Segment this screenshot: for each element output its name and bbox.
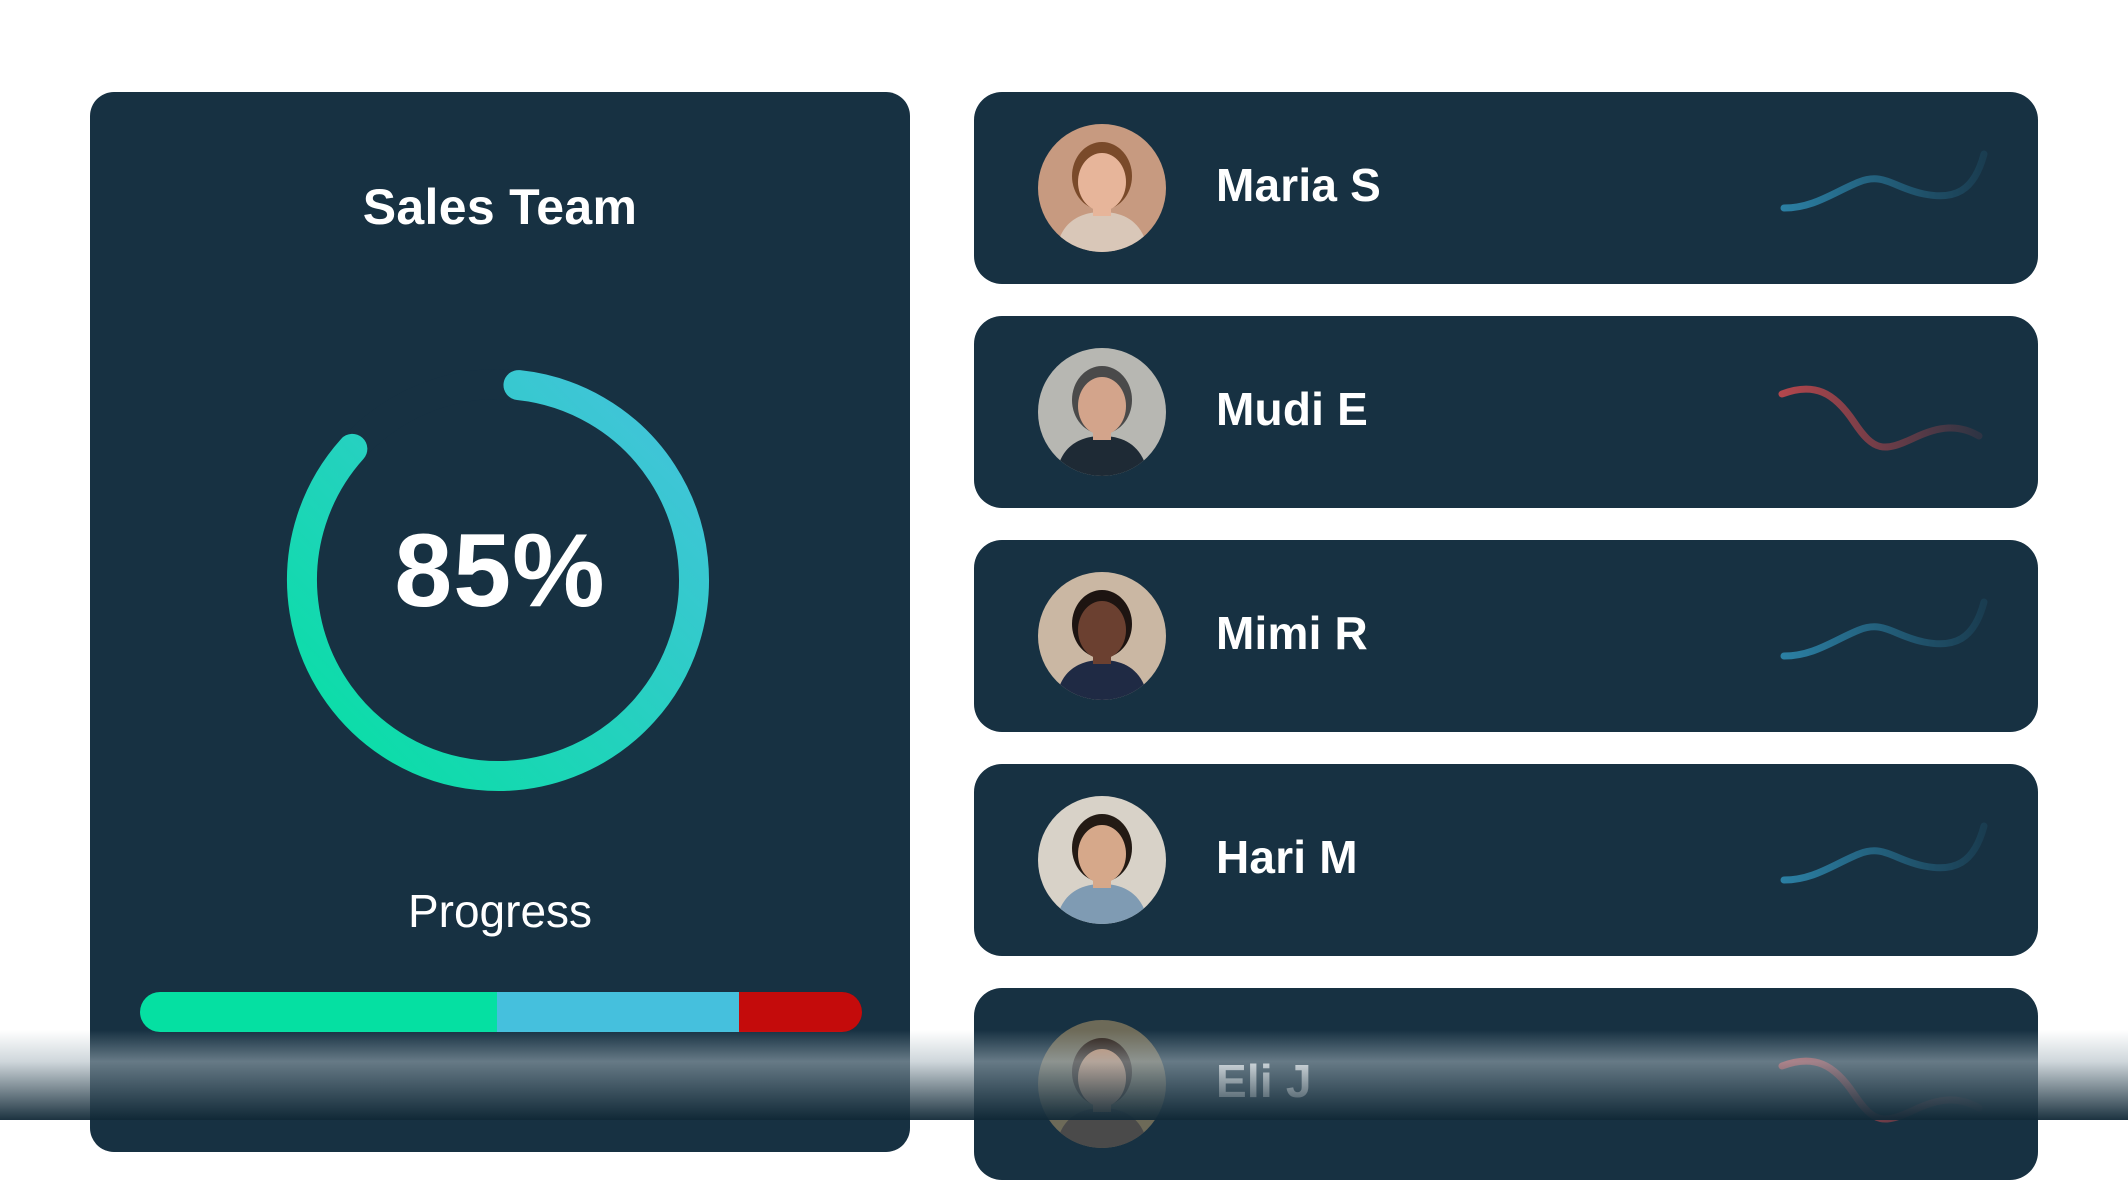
sparkline-line [1780,598,1988,660]
sparkline-line [1780,150,1988,212]
avatar-photo-icon [1038,124,1166,252]
member-card[interactable]: Hari M [974,764,2038,956]
progress-segment [140,992,498,1032]
avatar [1038,348,1166,476]
avatar-photo-icon [1038,348,1166,476]
team-title: Sales Team [362,179,638,235]
avatar-photo-icon [1038,796,1166,924]
progress-segment [739,992,862,1032]
avatar [1038,1020,1166,1148]
avatar-photo-icon [1038,1020,1166,1148]
trend-up-sparkline [1780,150,1988,212]
trend-up-sparkline [1780,822,1988,884]
member-name: Hari M [1216,831,1358,883]
member-name: Mudi E [1216,383,1368,435]
sales-team-card: Sales Team 85% Progress [90,92,910,1152]
sparkline-line [1778,385,1983,451]
member-card[interactable]: Mimi R [974,540,2038,732]
avatar [1038,572,1166,700]
member-card[interactable]: Mudi E [974,316,2038,508]
progress-percentage: 85% [394,513,606,629]
avatar [1038,796,1166,924]
avatar [1038,124,1166,252]
trend-down-sparkline [1778,385,1983,451]
avatar-photo-icon [1038,572,1166,700]
trend-down-sparkline [1778,1057,1983,1123]
sparkline-line [1778,1057,1983,1123]
progress-segment [497,992,740,1032]
member-card[interactable]: Eli J [974,988,2038,1180]
member-name: Mimi R [1216,607,1368,659]
sparkline-line [1780,822,1988,884]
trend-up-sparkline [1780,598,1988,660]
member-name: Maria S [1216,159,1382,211]
progress-label: Progress [407,885,593,937]
member-card[interactable]: Maria S [974,92,2038,284]
member-name: Eli J [1216,1055,1312,1107]
progress-bar [140,992,862,1032]
